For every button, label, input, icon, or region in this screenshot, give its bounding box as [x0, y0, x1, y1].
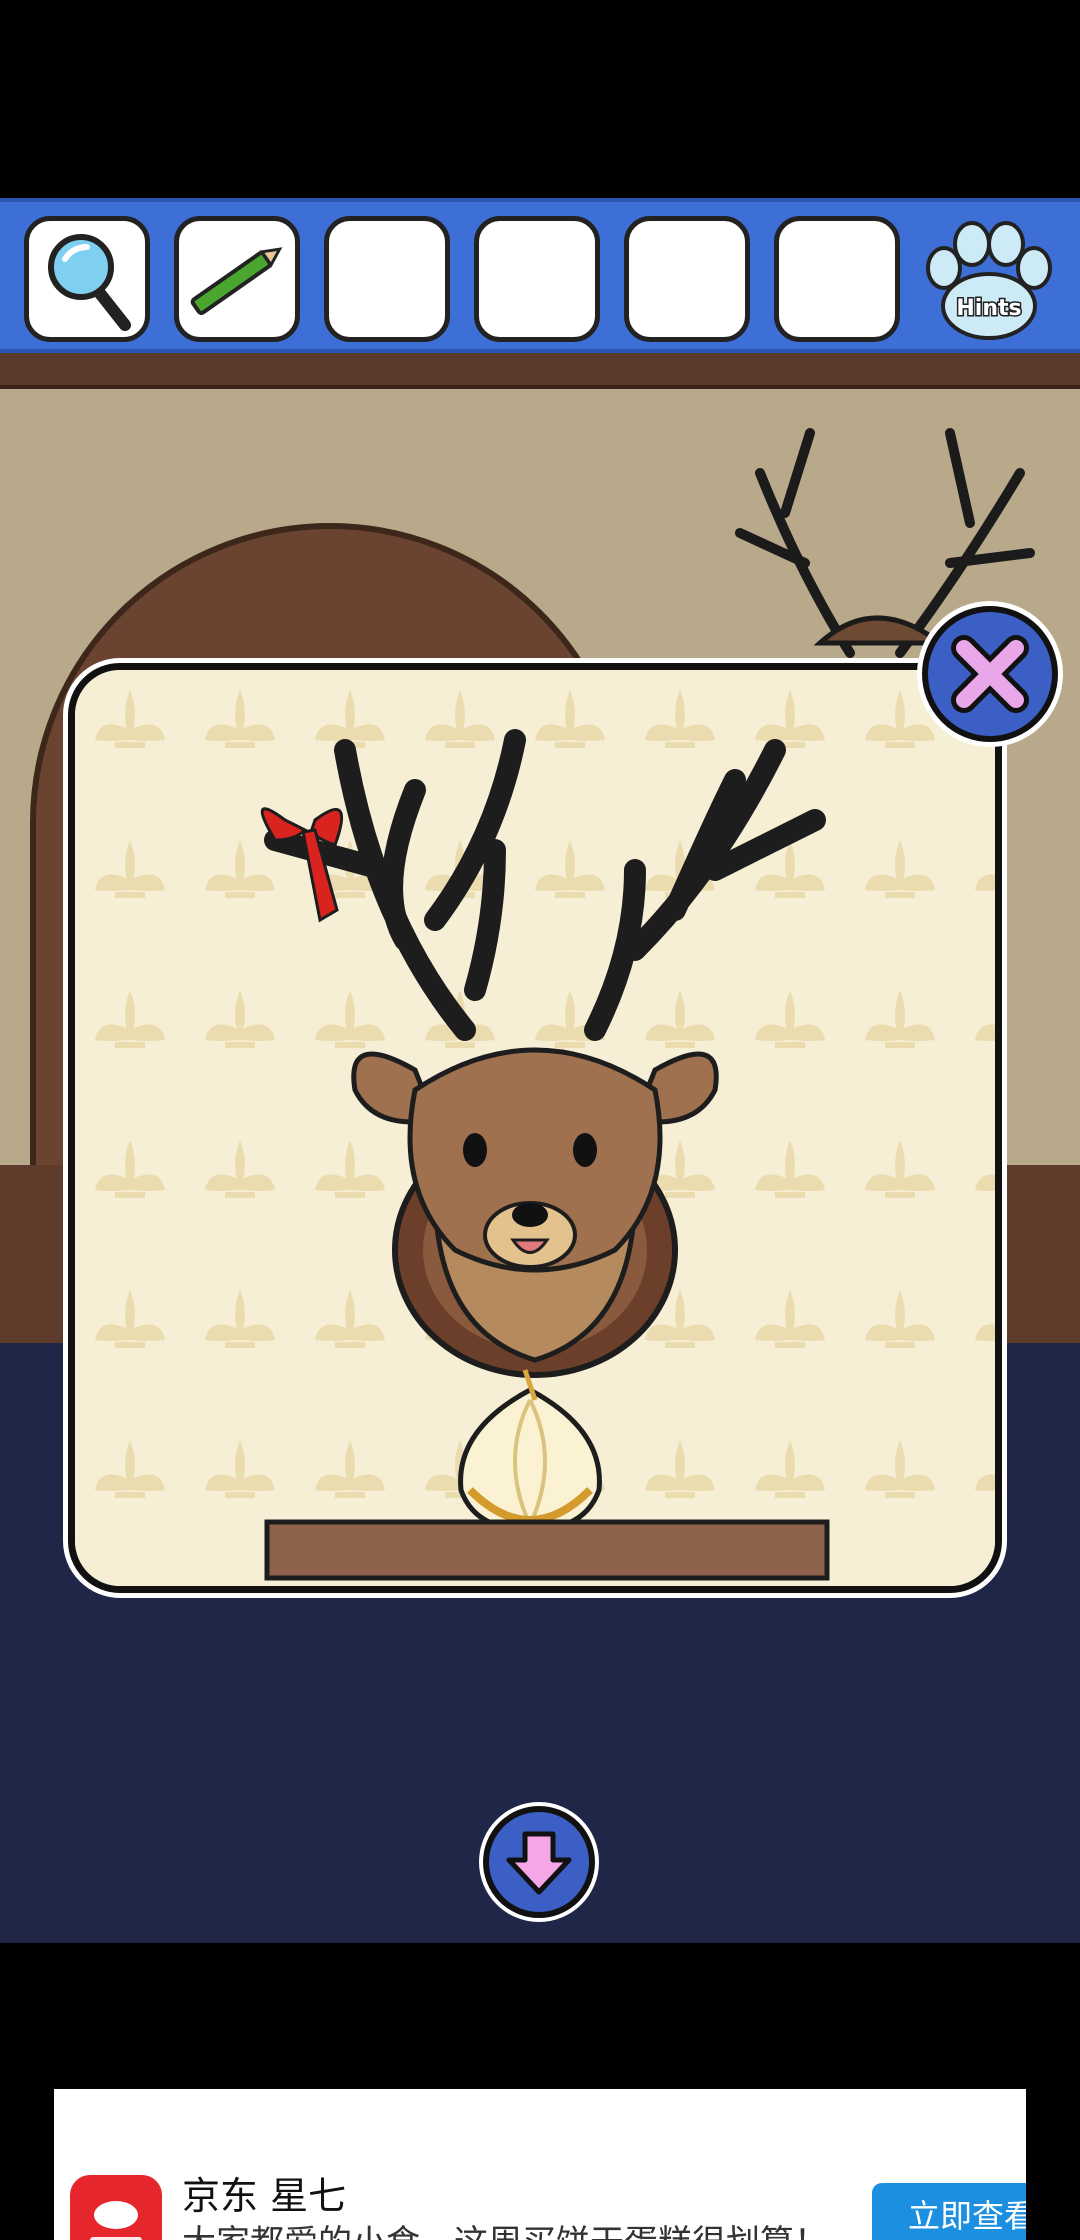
ad-description: 大家都爱的小食，这周买饼干蛋糕很划算！ [182, 2215, 828, 2240]
paw-icon: Hints [926, 221, 1052, 340]
deer-head-closeup [75, 670, 995, 1586]
back-button[interactable] [483, 1806, 595, 1918]
close-icon [951, 635, 1029, 713]
ceiling-molding [0, 353, 1080, 389]
zoom-panel [68, 663, 1002, 1593]
inventory-slot-6[interactable] [774, 216, 900, 342]
green-pencil-icon [190, 247, 283, 316]
top-black-band [0, 0, 1080, 198]
inventory-slot-4[interactable] [474, 216, 600, 342]
jd-logo-icon [70, 2175, 162, 2240]
inventory-slot-3[interactable] [324, 216, 450, 342]
inventory-slot-5[interactable] [624, 216, 750, 342]
ad-banner[interactable]: 京东 星七 大家都爱的小食，这周买饼干蛋糕很划算！ 立即查看 [54, 2089, 1026, 2240]
inventory-slot-2[interactable] [174, 216, 300, 342]
inventory-slot-1[interactable] [24, 216, 150, 342]
ad-title: 京东 星七 [182, 2174, 347, 2218]
magnifying-glass-icon [48, 234, 131, 331]
inventory-bar: Hints [0, 198, 1080, 353]
ad-cta-button[interactable]: 立即查看 [872, 2183, 1026, 2240]
arrow-down-icon [506, 1831, 572, 1895]
close-button[interactable] [922, 606, 1058, 742]
hints-button[interactable]: Hints [922, 220, 1056, 342]
wooden-shelf [264, 1519, 830, 1581]
ad-area: 京东 星七 大家都爱的小食，这周买饼干蛋糕很划算！ 立即查看 [0, 1943, 1080, 2240]
hints-label: Hints [956, 296, 1021, 321]
